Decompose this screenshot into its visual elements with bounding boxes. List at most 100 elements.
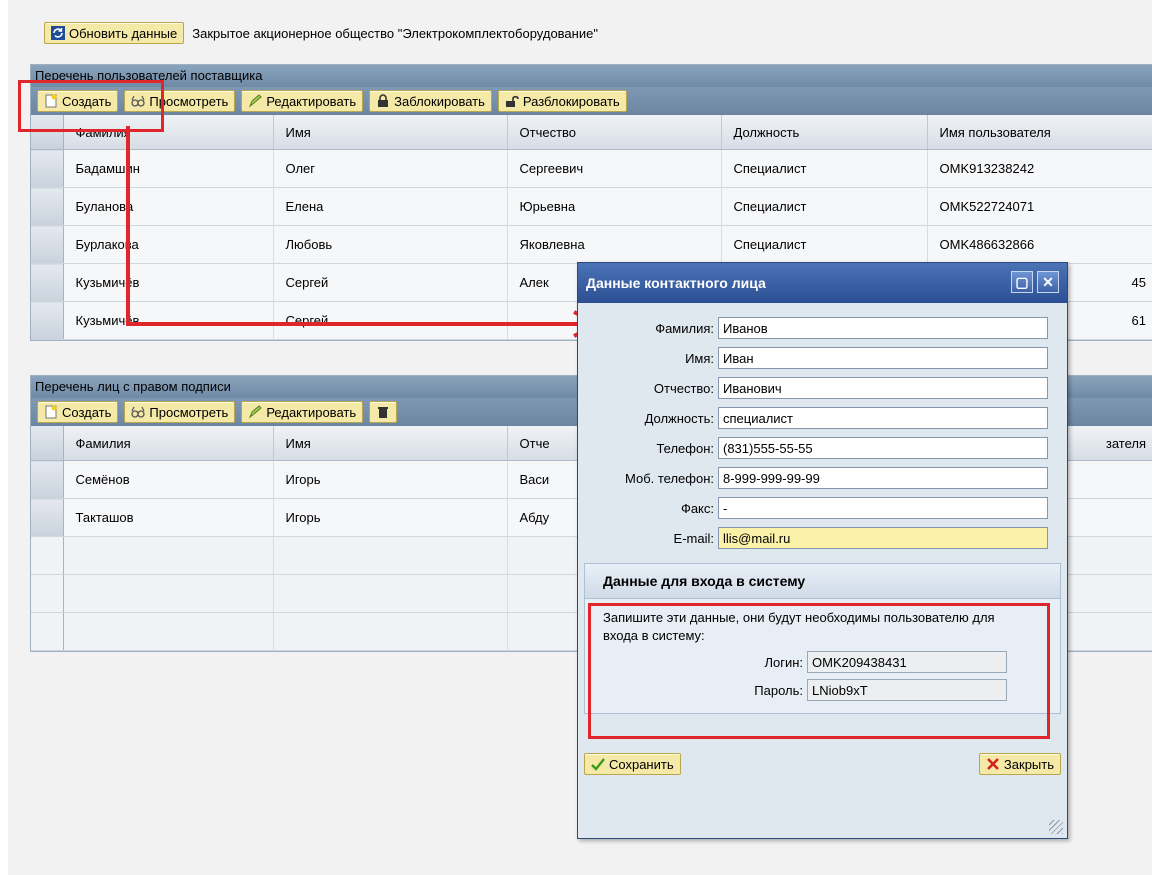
cell-firstname: Елена: [273, 187, 508, 226]
cell-position: Специалист: [721, 187, 928, 226]
row-selector[interactable]: [31, 574, 64, 613]
cell-lastname: Семёнов: [63, 460, 274, 499]
highlight-create-box: [18, 80, 164, 132]
cell-patronymic: Яковлевна: [507, 225, 722, 264]
patronymic-input[interactable]: [718, 377, 1048, 399]
field-label: E-mail:: [673, 530, 714, 546]
field-row-email: E-mail:: [578, 523, 1067, 553]
column-header[interactable]: Должность: [721, 115, 928, 150]
close-label: Закрыть: [1003, 756, 1054, 772]
cell-firstname: Игорь: [273, 498, 508, 537]
cell-firstname: Сергей: [273, 263, 508, 302]
row-selector[interactable]: [31, 498, 64, 537]
users-lock-label: Заблокировать: [394, 93, 485, 109]
cell-position: Специалист: [721, 149, 928, 188]
cell-patronymic: Сергеевич: [507, 149, 722, 188]
close-button[interactable]: Закрыть: [978, 753, 1061, 775]
refresh-button[interactable]: Обновить данные: [44, 22, 185, 44]
email-input[interactable]: [718, 527, 1048, 549]
glasses-icon: [131, 406, 146, 418]
lock-icon: [378, 94, 389, 107]
field-label: Телефон:: [656, 440, 714, 456]
row-selector[interactable]: [31, 460, 64, 499]
row-selector[interactable]: [31, 301, 64, 340]
cell-firstname: Олег: [273, 149, 508, 188]
empty-cell: [273, 612, 508, 651]
close-icon[interactable]: ✕: [1037, 271, 1059, 293]
firstname-input[interactable]: [718, 347, 1048, 369]
dialog-titlebar[interactable]: Данные контактного лица ▢ ✕: [578, 263, 1067, 303]
signers-create-button[interactable]: Создать: [37, 401, 119, 423]
field-label: Моб. телефон:: [624, 470, 714, 486]
new-document-icon: [45, 405, 57, 419]
cell-username: OMK522724071: [927, 187, 1152, 226]
empty-cell: [273, 536, 508, 575]
users-lock-button[interactable]: Заблокировать: [369, 90, 492, 112]
app-root: Обновить данные Закрытое акционерное общ…: [8, 0, 1152, 875]
signers-edit-button[interactable]: Редактировать: [241, 401, 364, 423]
field-row-phone: Телефон:: [578, 433, 1067, 463]
signers-view-button[interactable]: Просмотреть: [124, 401, 236, 423]
pencil-icon: [249, 405, 263, 419]
row-selector[interactable]: [31, 187, 64, 226]
cell-lastname: Кузьмичёв: [63, 301, 274, 340]
row-selector[interactable]: [31, 263, 64, 302]
signers-create-label: Создать: [62, 404, 112, 420]
position-input[interactable]: [718, 407, 1048, 429]
refresh-label: Обновить данные: [69, 25, 178, 41]
column-header[interactable]: Имя: [273, 115, 508, 150]
cell-firstname: Любовь: [273, 225, 508, 264]
maximize-icon[interactable]: ▢: [1011, 271, 1033, 293]
column-header[interactable]: Отчество: [507, 115, 722, 150]
users-unlock-button[interactable]: Разблокировать: [497, 90, 627, 112]
column-header[interactable]: Имя: [273, 426, 508, 461]
contact-form: Фамилия: Имя: Отчество: Должность: Телеф…: [578, 303, 1067, 553]
mobile-input[interactable]: [718, 467, 1048, 489]
company-name: Закрытое акционерное общество "Электроко…: [192, 25, 598, 41]
empty-cell: [63, 612, 274, 651]
row-selector[interactable]: [31, 225, 64, 264]
save-button[interactable]: Сохранить: [584, 753, 681, 775]
empty-cell: [63, 574, 274, 613]
field-row-firstname: Имя:: [578, 343, 1067, 373]
cell-username: OMK913238242: [927, 149, 1152, 188]
field-label: Факс:: [680, 500, 714, 516]
refresh-icon: [51, 26, 65, 40]
cell-position: Специалист: [721, 225, 928, 264]
users-panel-title: Перечень пользователей поставщика: [31, 65, 1152, 87]
cell-lastname: Бадамшин: [63, 149, 274, 188]
column-header[interactable]: Имя пользователя: [927, 115, 1152, 150]
resize-grip-icon[interactable]: [1049, 820, 1063, 834]
users-toolbar: Создать Просмотреть Редактировать Заблок…: [31, 87, 1152, 115]
lastname-input[interactable]: [718, 317, 1048, 339]
signers-view-label: Просмотреть: [149, 404, 229, 420]
field-label: Отчество:: [653, 380, 714, 396]
table-row[interactable]: Бадамшин Олег Сергеевич Специалист OMK91…: [31, 149, 1152, 188]
table-row[interactable]: Бурлакова Любовь Яковлевна Специалист OM…: [31, 225, 1152, 264]
users-edit-button[interactable]: Редактировать: [241, 90, 364, 112]
signers-delete-button[interactable]: [369, 401, 398, 423]
fax-input[interactable]: [718, 497, 1048, 519]
cell-lastname: Бурлакова: [63, 225, 274, 264]
field-label: Фамилия:: [655, 320, 714, 336]
column-header[interactable]: Фамилия: [63, 426, 274, 461]
field-label: Должность:: [644, 410, 714, 426]
cell-firstname: Сергей: [273, 301, 508, 340]
highlight-credentials-box: [588, 603, 1050, 739]
field-row-position: Должность:: [578, 403, 1067, 433]
cell-username: OMK486632866: [927, 225, 1152, 264]
field-row-lastname: Фамилия:: [578, 313, 1067, 343]
empty-cell: [273, 574, 508, 613]
row-selector[interactable]: [31, 149, 64, 188]
empty-cell: [63, 536, 274, 575]
table-row[interactable]: Буланова Елена Юрьевна Специалист OMK522…: [31, 187, 1152, 226]
field-row-patronymic: Отчество:: [578, 373, 1067, 403]
phone-input[interactable]: [718, 437, 1048, 459]
cell-lastname: Буланова: [63, 187, 274, 226]
select-all-cell[interactable]: [31, 426, 64, 461]
contact-dialog: Данные контактного лица ▢ ✕ Фамилия: Имя…: [577, 262, 1068, 839]
annotation-line-vertical: [126, 126, 130, 326]
row-selector[interactable]: [31, 612, 64, 651]
row-selector[interactable]: [31, 536, 64, 575]
cell-lastname: Такташов: [63, 498, 274, 537]
